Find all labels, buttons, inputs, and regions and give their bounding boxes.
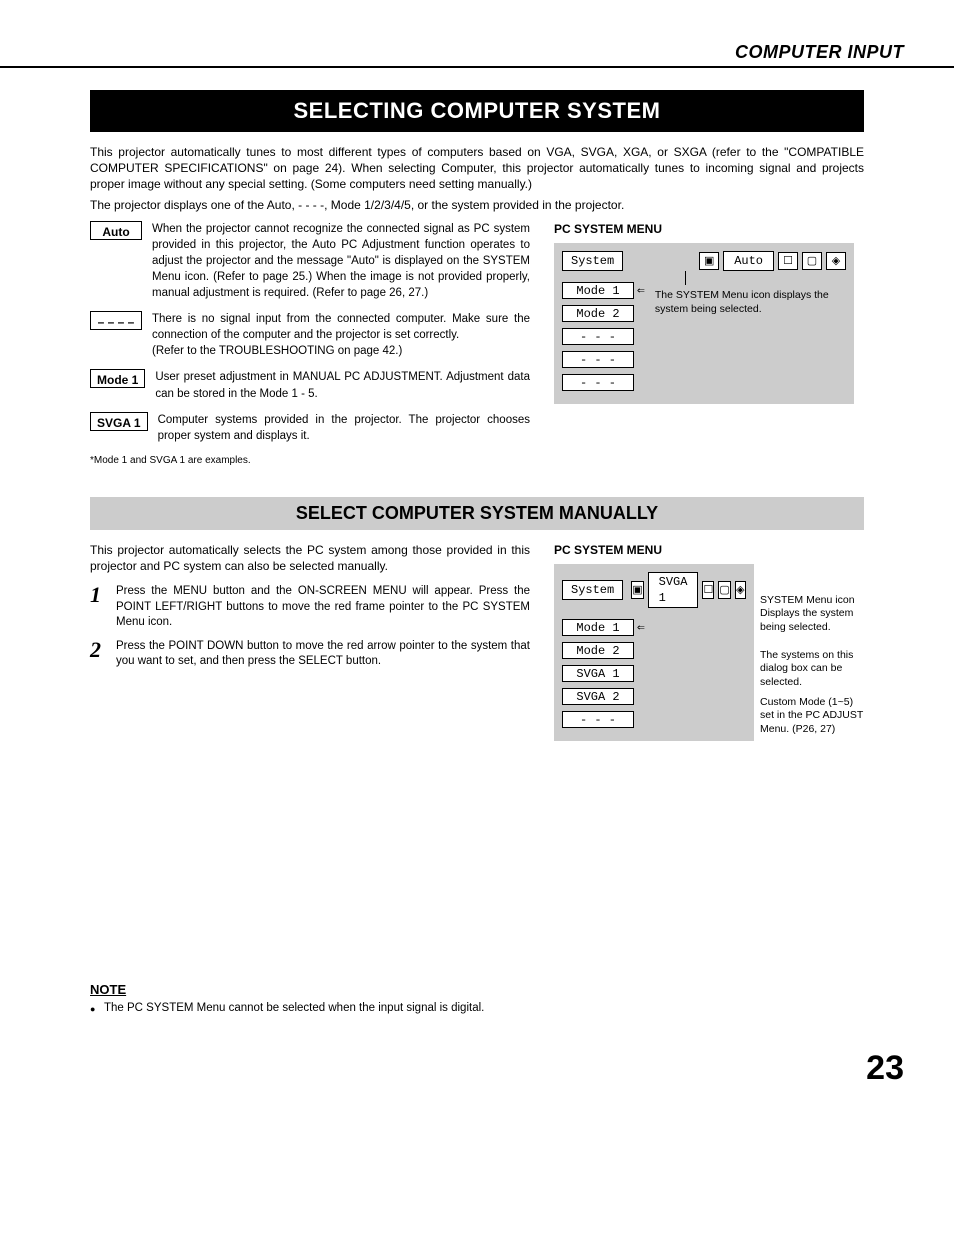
- input-icon: ▣: [631, 581, 643, 599]
- title-banner: SELECTING COMPUTER SYSTEM: [90, 90, 864, 132]
- intro-p2: The projector displays one of the Auto, …: [90, 197, 864, 213]
- pc-adjust-icon: ☐: [702, 581, 714, 599]
- intro-p1: This projector automatically tunes to mo…: [90, 144, 864, 193]
- def-svga1-label: SVGA 1: [90, 412, 148, 431]
- menu-figure-1-column: PC SYSTEM MENU System ▣ Auto ☐ ▢ ◈ Mode …: [554, 221, 864, 468]
- menu1-bar: System ▣ Auto ☐ ▢ ◈: [562, 251, 846, 271]
- subtitle-banner: SELECT COMPUTER SYSTEM MANUALLY: [90, 497, 864, 529]
- pointer-arrow-icon: ⇐: [637, 619, 645, 637]
- section-header: COMPUTER INPUT: [0, 40, 954, 68]
- def-dashes: – – – – There is no signal input from th…: [90, 311, 530, 359]
- image-icon: ▢: [802, 252, 822, 270]
- menu1-item-1: Mode 2: [562, 305, 634, 322]
- menu1-item-0: Mode 1: [562, 282, 634, 299]
- menu-figure-2-column: PC SYSTEM MENU System ▣ SVGA 1 ☐ ▢ ◈ Mod…: [554, 542, 864, 742]
- menu2-item-4: - - -: [562, 711, 634, 728]
- menu2-callout2: The systems on this dialog box can be se…: [760, 649, 864, 690]
- menu2-item-3: SVGA 2: [562, 688, 634, 705]
- def-svga1: SVGA 1 Computer systems provided in the …: [90, 412, 530, 444]
- footnote: *Mode 1 and SVGA 1 are examples.: [90, 454, 530, 468]
- screen-icon: ◈: [826, 252, 846, 270]
- pc-adjust-icon: ☐: [778, 252, 798, 270]
- note-block: NOTE The PC SYSTEM Menu cannot be select…: [90, 981, 864, 1016]
- menu2-item-0: Mode 1: [562, 619, 634, 636]
- step-1-text: Press the MENU button and the ON-SCREEN …: [116, 584, 530, 631]
- menu1-mode-list: Mode 1⇐ Mode 2 - - - - - - - - -: [562, 277, 645, 396]
- image-icon: ▢: [718, 581, 730, 599]
- manual-left-column: This projector automatically selects the…: [90, 542, 530, 742]
- intro-text: This projector automatically tunes to mo…: [90, 144, 864, 213]
- def-dashes-text: There is no signal input from the connec…: [152, 311, 530, 359]
- step-2-num: 2: [90, 639, 116, 670]
- step-1-num: 1: [90, 584, 116, 631]
- def-mode1-label: Mode 1: [90, 369, 145, 388]
- menu2-mode-list: Mode 1⇐ Mode 2 SVGA 1 SVGA 2 - - -: [562, 614, 662, 733]
- def-auto-text: When the projector cannot recognize the …: [152, 221, 530, 301]
- note-title: NOTE: [90, 981, 864, 999]
- menu2-callout3: Custom Mode (1~5) set in the PC ADJUST M…: [760, 696, 864, 737]
- def-mode1: Mode 1 User preset adjustment in MANUAL …: [90, 369, 530, 401]
- step-1: 1 Press the MENU button and the ON-SCREE…: [90, 584, 530, 631]
- note-text: The PC SYSTEM Menu cannot be selected wh…: [90, 1001, 530, 1017]
- menu1-item-2: - - -: [562, 328, 634, 345]
- menu2-callout1: SYSTEM Menu icon Displays the system bei…: [760, 594, 864, 635]
- screen-icon: ◈: [735, 581, 746, 599]
- definitions-column: Auto When the projector cannot recognize…: [90, 221, 530, 468]
- menu2-title: PC SYSTEM MENU: [554, 542, 864, 558]
- step-2: 2 Press the POINT DOWN button to move th…: [90, 639, 530, 670]
- page-number: 23: [50, 1046, 904, 1092]
- menu1-system-label: System: [562, 251, 623, 271]
- def-dashes-label: – – – –: [90, 311, 142, 330]
- menu2-system-label: System: [562, 580, 623, 600]
- step-2-text: Press the POINT DOWN button to move the …: [116, 639, 530, 670]
- pointer-arrow-icon: ⇐: [637, 282, 645, 300]
- menu2-figure: System ▣ SVGA 1 ☐ ▢ ◈ Mode 1⇐ Mode 2 SVG…: [554, 564, 754, 741]
- menu2-selected: SVGA 1: [648, 572, 699, 608]
- menu2-item-2: SVGA 1: [562, 665, 634, 682]
- def-mode1-text: User preset adjustment in MANUAL PC ADJU…: [155, 369, 530, 401]
- menu1-title: PC SYSTEM MENU: [554, 221, 864, 237]
- def-auto: Auto When the projector cannot recognize…: [90, 221, 530, 301]
- menu1-item-4: - - -: [562, 374, 634, 391]
- menu1-selected: Auto: [723, 251, 774, 271]
- menu2-bar: System ▣ SVGA 1 ☐ ▢ ◈: [562, 572, 746, 608]
- menu1-item-3: - - -: [562, 351, 634, 368]
- menu2-item-1: Mode 2: [562, 642, 634, 659]
- manual-intro: This projector automatically selects the…: [90, 542, 530, 574]
- input-icon: ▣: [699, 252, 719, 270]
- menu1-figure: System ▣ Auto ☐ ▢ ◈ Mode 1⇐ Mode 2 - - -…: [554, 243, 854, 404]
- def-auto-label: Auto: [90, 221, 142, 240]
- steps: 1 Press the MENU button and the ON-SCREE…: [90, 584, 530, 670]
- menu1-callout: The SYSTEM Menu icon displays the system…: [655, 289, 846, 316]
- def-svga1-text: Computer systems provided in the project…: [158, 412, 530, 444]
